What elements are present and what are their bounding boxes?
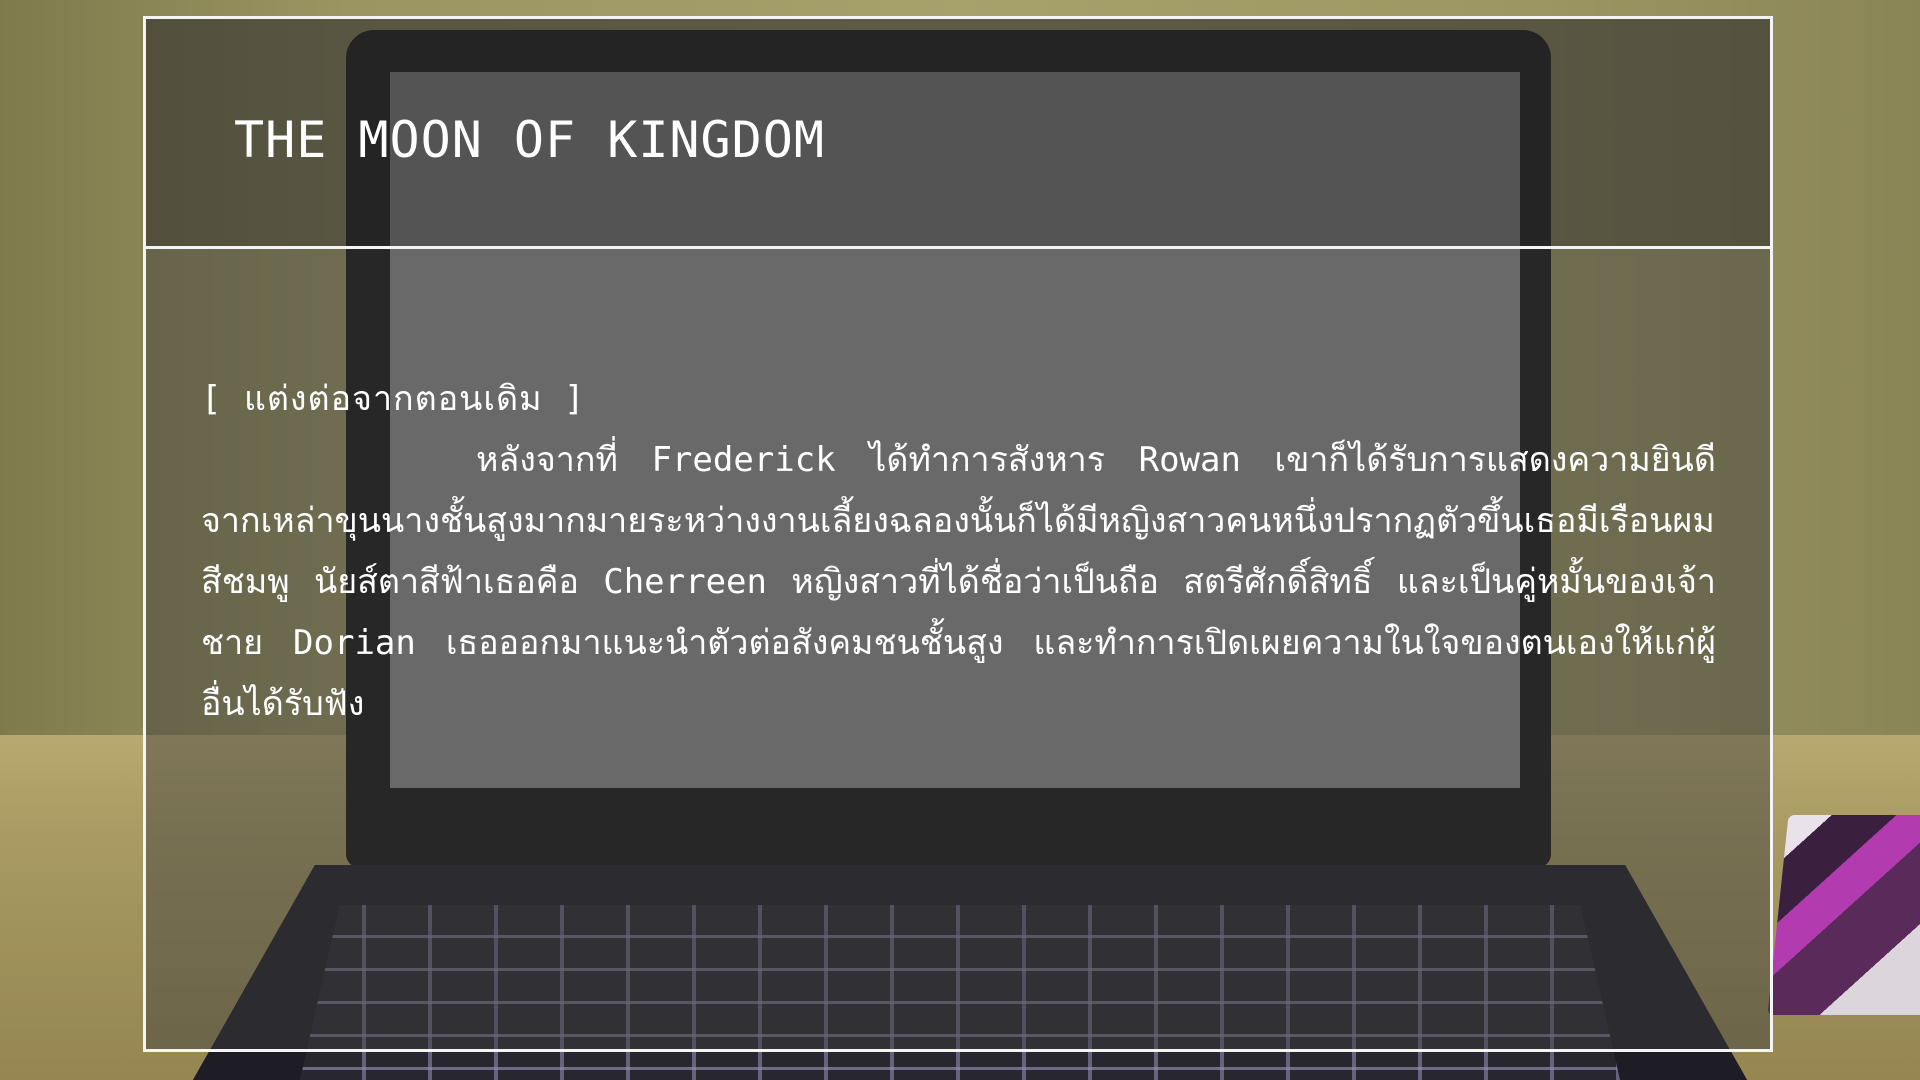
title-bar: THE MOON OF KINGDOM bbox=[146, 19, 1770, 249]
story-tag: [ แต่งต่อจากตอนเดิม ] bbox=[201, 379, 586, 419]
side-object-image bbox=[1767, 815, 1920, 1015]
page-title: THE MOON OF KINGDOM bbox=[234, 111, 825, 169]
story-frame: THE MOON OF KINGDOM [ แต่งต่อจากตอนเดิม … bbox=[143, 16, 1773, 1052]
story-paragraph: หลังจากที่ Frederick ได้ทำการสังหาร Rowa… bbox=[201, 440, 1716, 724]
story-text-block: [ แต่งต่อจากตอนเดิม ] หลังจากที่ Frederi… bbox=[201, 369, 1716, 735]
